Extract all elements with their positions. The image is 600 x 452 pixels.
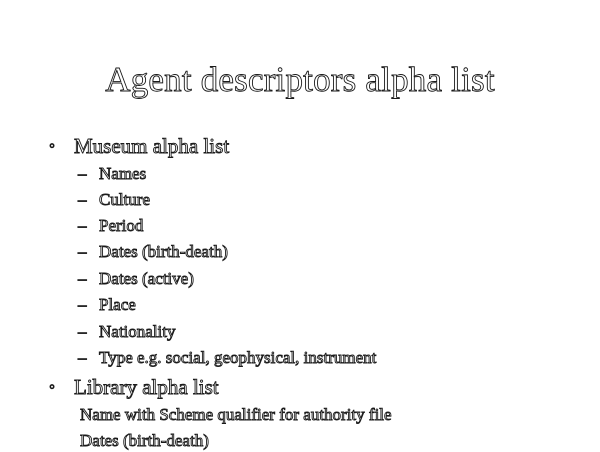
dash-icon: – [78, 295, 87, 315]
dash-icon: – [78, 216, 87, 236]
dash-icon: – [78, 242, 87, 262]
slide: Agent descriptors alpha list ◦ Museum al… [0, 0, 600, 451]
slide-title: Agent descriptors alpha list [105, 60, 495, 100]
dash-icon: – [78, 190, 87, 210]
list-line: Name with Scheme qualifier for authority… [80, 405, 392, 425]
list-item: Dates (birth-death) [99, 242, 229, 262]
dash-icon: – [78, 322, 87, 342]
section-heading-museum: Museum alpha list [74, 134, 230, 159]
dash-icon: – [78, 269, 87, 289]
dash-icon: – [78, 348, 87, 368]
dash-icon: – [78, 164, 87, 184]
section-heading-library: Library alpha list [74, 375, 220, 400]
list-item: Culture [99, 190, 151, 210]
hollow-bullet-icon: ◦ [49, 377, 56, 397]
hollow-bullet-icon: ◦ [49, 136, 56, 156]
list-line: Dates (birth-death) [80, 431, 210, 451]
list-item: Type e.g. social, geophysical, instrumen… [99, 348, 377, 368]
list-item: Period [99, 216, 144, 236]
list-item: Place [99, 295, 137, 315]
list-item: Names [99, 164, 147, 184]
list-item: Dates (active) [99, 269, 195, 289]
list-item: Nationality [99, 322, 176, 342]
